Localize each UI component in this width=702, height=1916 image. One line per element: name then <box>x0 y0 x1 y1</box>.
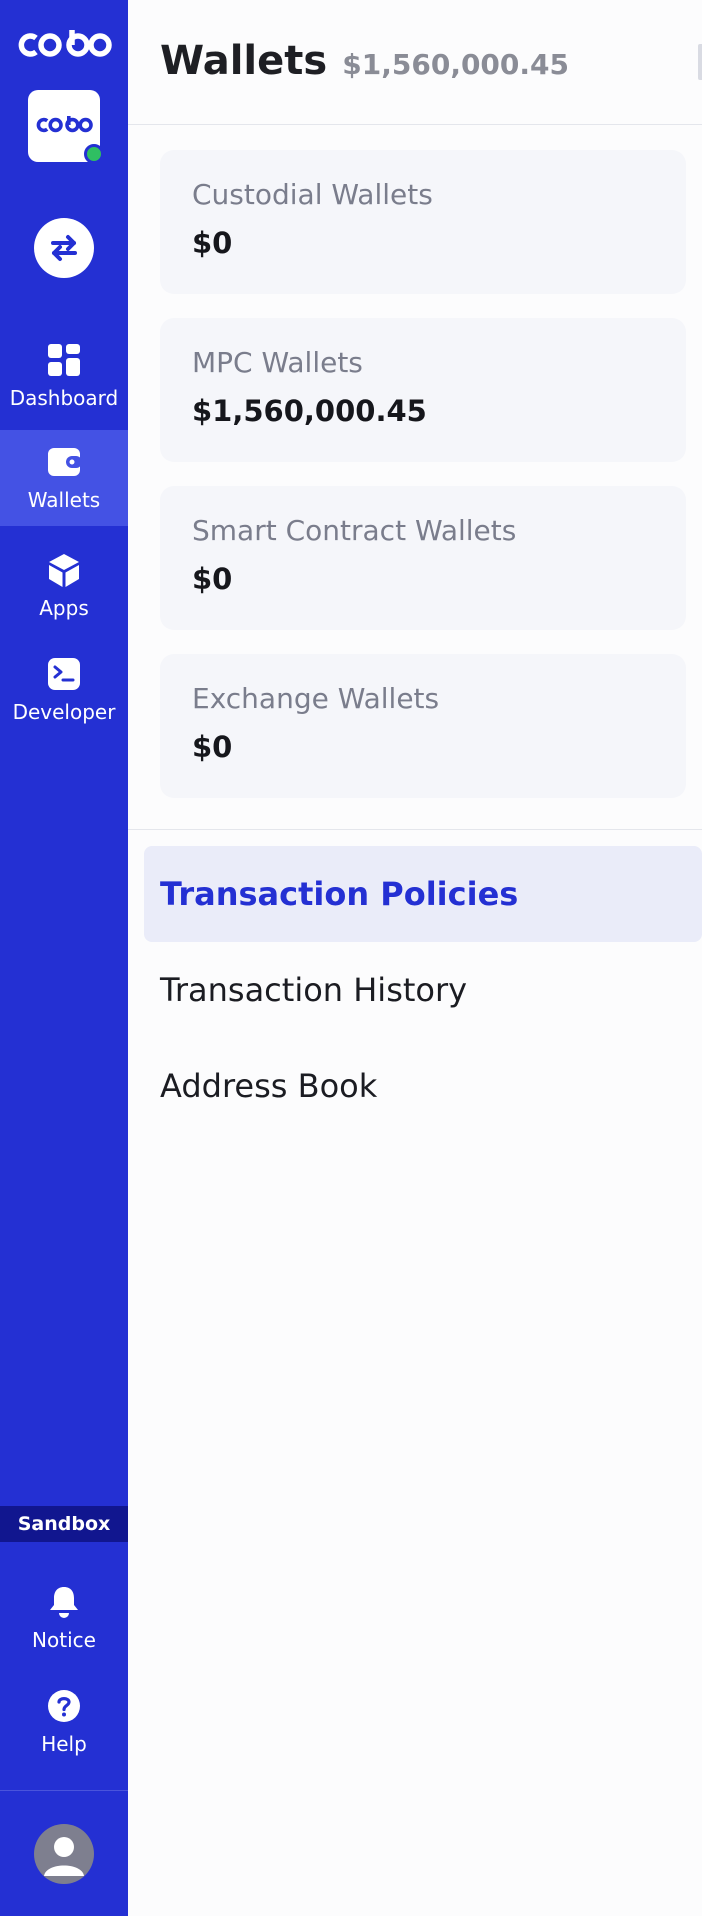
wallet-card-smart-contract[interactable]: Smart Contract Wallets $0 <box>160 486 686 630</box>
cobo-logo[interactable] <box>14 28 114 62</box>
nav-item-dashboard[interactable]: Dashboard <box>0 334 128 430</box>
page-header: Wallets $1,560,000.45 <box>160 38 569 84</box>
wallet-card-amount: $1,560,000.45 <box>192 394 427 428</box>
menu-item-transaction-history[interactable]: Transaction History <box>144 942 702 1038</box>
main-panel: Wallets $1,560,000.45 Custodial Wallets … <box>128 0 702 1916</box>
wallet-card-amount: $0 <box>192 562 233 596</box>
cube-icon <box>49 554 79 587</box>
wallet-card-amount: $0 <box>192 730 233 764</box>
organization-logo[interactable] <box>28 90 104 164</box>
wallet-card-exchange[interactable]: Exchange Wallets $0 <box>160 654 686 798</box>
help-label: Help <box>41 1732 87 1756</box>
cobo-logo <box>36 116 93 133</box>
help-button[interactable]: Help <box>0 1680 128 1776</box>
wallet-card-mpc[interactable]: MPC Wallets $1,560,000.45 <box>160 318 686 462</box>
sidebar: Dashboard Wallets Apps Developer Sandbox <box>0 0 128 1916</box>
environment-badge: Sandbox <box>0 1506 128 1542</box>
nav-item-apps[interactable]: Apps <box>0 544 128 640</box>
wallet-card-name: MPC Wallets <box>192 346 363 379</box>
user-avatar-icon <box>44 1837 84 1876</box>
page-title: Wallets <box>160 38 328 84</box>
wallet-card-custodial[interactable]: Custodial Wallets $0 <box>160 150 686 294</box>
menu-item-address-book[interactable]: Address Book <box>144 1038 702 1134</box>
header-overflow-edge <box>698 44 702 80</box>
sidebar-divider <box>0 1790 128 1791</box>
online-status-dot <box>84 144 104 164</box>
wallet-icon <box>48 448 82 476</box>
header-divider <box>128 124 702 125</box>
nav-item-wallets[interactable]: Wallets <box>0 430 128 526</box>
wallet-card-name: Exchange Wallets <box>192 682 440 715</box>
terminal-icon <box>48 658 80 690</box>
wallet-card-name: Custodial Wallets <box>192 178 433 211</box>
dashboard-grid-icon <box>48 344 80 376</box>
section-divider <box>128 829 702 830</box>
nav-item-label: Dashboard <box>9 386 119 410</box>
bell-icon <box>50 1587 78 1618</box>
notice-button[interactable]: Notice <box>0 1576 128 1672</box>
nav-item-label: Wallets <box>27 488 101 512</box>
swap-arrows-icon <box>51 235 77 261</box>
nav-item-label: Developer <box>12 700 116 724</box>
wallet-card-name: Smart Contract Wallets <box>192 514 517 547</box>
menu-item-transaction-policies[interactable]: Transaction Policies <box>144 846 702 942</box>
notice-label: Notice <box>32 1628 96 1652</box>
nav-item-developer[interactable]: Developer <box>0 648 128 744</box>
help-circle-icon <box>48 1690 80 1722</box>
switch-organization-button[interactable] <box>34 218 94 278</box>
user-avatar[interactable] <box>34 1824 94 1884</box>
wallet-card-amount: $0 <box>192 226 233 260</box>
nav-item-label: Apps <box>39 596 89 620</box>
total-balance: $1,560,000.45 <box>342 48 569 81</box>
